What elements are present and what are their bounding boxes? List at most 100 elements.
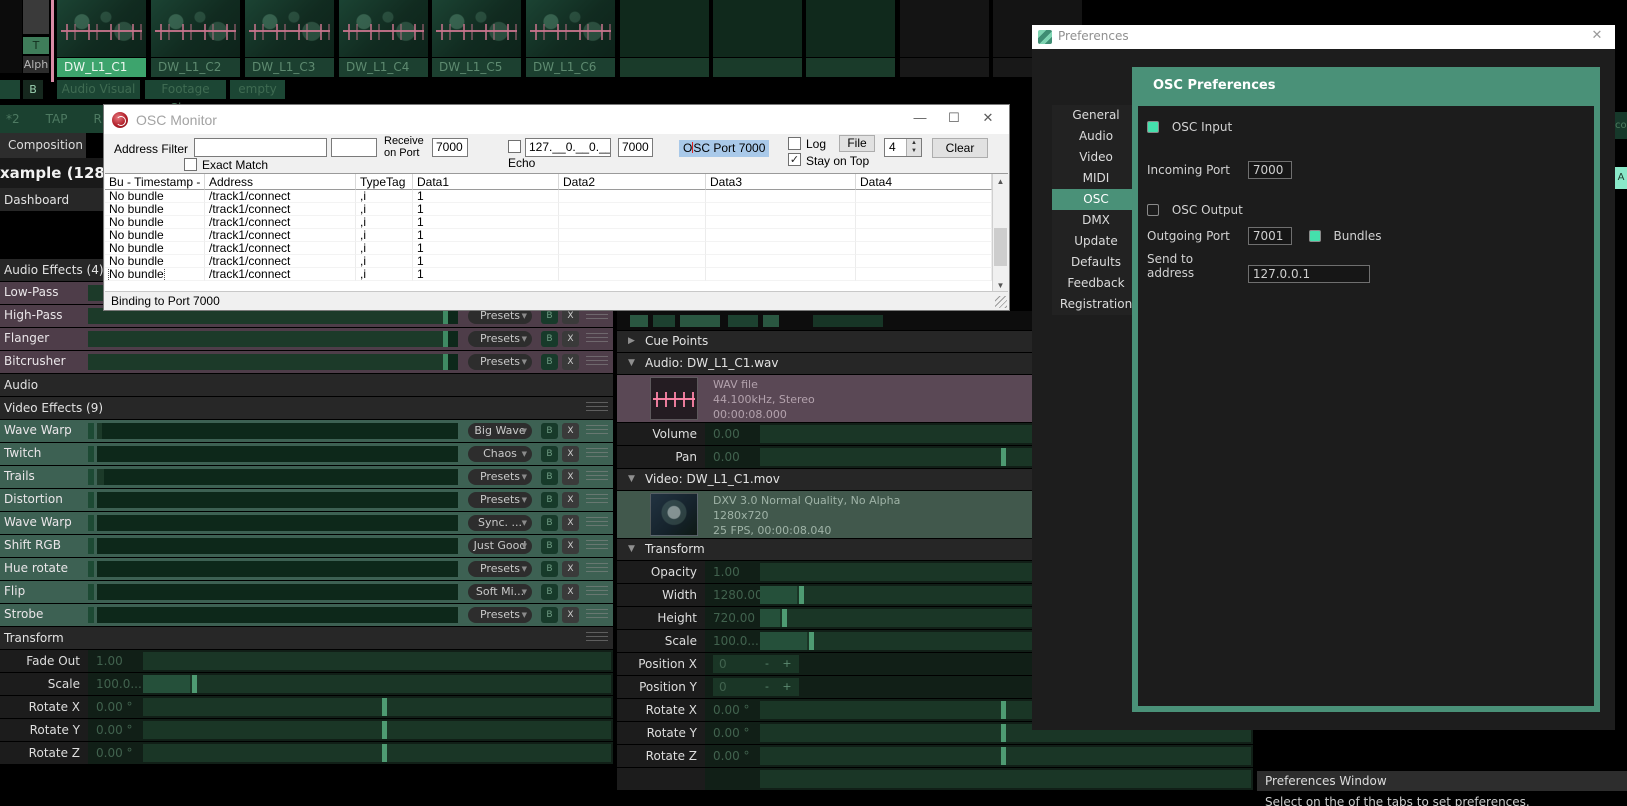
clip-thumbnail[interactable] — [620, 0, 709, 57]
echo-port-input[interactable]: 7000 — [618, 138, 653, 157]
drag-handle-icon[interactable] — [586, 425, 608, 437]
clip-name[interactable]: DW_L1_C4 — [339, 58, 428, 77]
drag-handle-icon[interactable] — [586, 632, 608, 644]
drag-handle-icon[interactable] — [586, 563, 608, 575]
effect-slider-chip[interactable] — [88, 561, 94, 577]
layer-b-button[interactable]: B — [23, 80, 43, 99]
clip-cell-blank[interactable] — [900, 0, 989, 77]
drag-handle-icon[interactable] — [586, 517, 608, 529]
property-stepper[interactable]: 0 - + — [713, 678, 799, 696]
transport-button[interactable]: TAP — [46, 105, 68, 133]
increment-button[interactable]: + — [779, 657, 795, 671]
table-column-header[interactable]: Address — [205, 174, 356, 190]
property-value[interactable]: 0.00 ° — [713, 722, 750, 744]
osc-monitor-titlebar[interactable]: OSC Monitor — ☐ ✕ — [104, 105, 1009, 134]
table-row[interactable]: No bundle/track1/connect,i1 — [105, 190, 992, 203]
preferences-tab-feedback[interactable]: Feedback — [1052, 273, 1140, 294]
preferences-titlebar[interactable]: Preferences ✕ — [1032, 25, 1615, 49]
property-slider[interactable] — [143, 721, 611, 739]
remove-effect-button[interactable]: X — [562, 561, 579, 577]
preset-dropdown[interactable]: Presets▼ — [468, 331, 532, 347]
clip-thumbnail[interactable] — [245, 0, 334, 57]
preset-dropdown[interactable]: Presets▼ — [468, 561, 532, 577]
effect-slider-chip[interactable] — [88, 469, 94, 485]
bypass-button[interactable]: B — [541, 446, 558, 462]
table-row[interactable]: No bundle/track1/connect,i1 — [105, 268, 992, 281]
drag-handle-icon[interactable] — [586, 310, 608, 322]
layer-alpha-button[interactable]: Alph — [23, 56, 49, 73]
clip-cell[interactable]: DW_L1_C2 — [151, 0, 240, 77]
preferences-tab-midi[interactable]: MIDI — [1052, 168, 1140, 189]
preferences-tab-defaults[interactable]: Defaults — [1052, 252, 1140, 273]
effect-row[interactable]: Hue rotate Presets▼ B X — [0, 558, 613, 580]
minimize-button[interactable]: — — [903, 105, 937, 131]
drag-handle-icon[interactable] — [586, 494, 608, 506]
property-slider[interactable] — [143, 744, 611, 762]
buffer-count-spinner[interactable]: 4 ▲▼ — [884, 138, 922, 157]
remove-effect-button[interactable]: X — [562, 538, 579, 554]
bypass-button[interactable]: B — [541, 331, 558, 347]
remove-effect-button[interactable]: X — [562, 492, 579, 508]
clip-name[interactable] — [713, 58, 802, 77]
effect-row[interactable]: Flanger Presets▼ B X — [0, 328, 613, 350]
table-column-header[interactable]: Data2 — [559, 174, 706, 190]
clip-name[interactable]: DW_L1_C2 — [151, 58, 240, 77]
effect-slider[interactable] — [97, 607, 458, 623]
preferences-tab-audio[interactable]: Audio — [1052, 126, 1140, 147]
effect-slider[interactable] — [97, 584, 458, 600]
preferences-tab-general[interactable]: General — [1052, 105, 1140, 126]
clip-cell-empty[interactable] — [713, 0, 802, 77]
remove-effect-button[interactable]: X — [562, 515, 579, 531]
bypass-button[interactable]: B — [541, 538, 558, 554]
property-slider[interactable] — [143, 698, 611, 716]
osc-output-checkbox[interactable] — [1147, 204, 1159, 216]
property-stepper[interactable]: 0 - + — [713, 655, 799, 673]
bypass-button[interactable]: B — [541, 561, 558, 577]
property-value[interactable]: 0.00 ° — [96, 696, 133, 718]
spinner-arrows-icon[interactable]: ▲▼ — [906, 139, 921, 156]
clip-cell[interactable]: DW_L1_C6 — [526, 0, 615, 77]
clip-cell[interactable]: DW_L1_C1 — [57, 0, 146, 77]
preset-dropdown[interactable]: Big Wave▼ — [468, 423, 532, 439]
property-value[interactable]: 100.0... — [96, 673, 142, 695]
effect-slider-chip[interactable] — [88, 515, 94, 531]
effect-slider[interactable] — [97, 446, 458, 462]
scroll-up-icon[interactable]: ▲ — [993, 174, 1008, 189]
effect-slider[interactable] — [97, 515, 458, 531]
chevron-down-icon[interactable]: ▼ — [628, 469, 635, 490]
drag-handle-icon[interactable] — [586, 586, 608, 598]
table-row[interactable]: No bundle/track1/connect,i1 — [105, 229, 992, 242]
bundles-checkbox[interactable] — [1309, 230, 1321, 242]
table-column-header[interactable]: TypeTag — [356, 174, 413, 190]
clip-thumbnail[interactable] — [432, 0, 521, 57]
clip-name[interactable] — [620, 58, 709, 77]
clear-button[interactable]: Clear — [932, 138, 988, 158]
fader-fragment[interactable]: A — [1615, 167, 1627, 189]
table-column-header[interactable]: Data3 — [706, 174, 856, 190]
drag-handle-icon[interactable] — [586, 448, 608, 460]
table-row[interactable]: No bundle/track1/connect,i1 — [105, 242, 992, 255]
record-button-fragment[interactable]: co — [1615, 112, 1627, 139]
clip-name[interactable] — [900, 58, 989, 77]
remove-effect-button[interactable]: X — [562, 423, 579, 439]
group-tab[interactable]: Audio Visual — [57, 80, 140, 99]
effect-slider[interactable] — [97, 538, 458, 554]
bypass-button[interactable]: B — [541, 492, 558, 508]
tab-composition[interactable]: Composition — [0, 133, 86, 158]
close-button[interactable]: ✕ — [971, 105, 1005, 131]
table-header-row[interactable]: Bu - Timestamp - LenAddressTypeTagData1D… — [105, 174, 992, 190]
preferences-tab-update[interactable]: Update — [1052, 231, 1140, 252]
table-column-header[interactable]: Bu - Timestamp - Len — [105, 174, 205, 190]
bypass-button[interactable]: B — [541, 469, 558, 485]
preferences-tab-registration[interactable]: Registration — [1052, 294, 1140, 315]
remove-effect-button[interactable]: X — [562, 584, 579, 600]
property-slider[interactable] — [760, 747, 1251, 765]
exact-match-checkbox[interactable] — [184, 158, 197, 171]
filter-port-input[interactable] — [331, 138, 377, 157]
log-checkbox[interactable] — [788, 137, 801, 150]
effect-slider[interactable] — [97, 423, 458, 439]
scrollbar-thumb[interactable] — [994, 228, 1007, 266]
drag-handle-icon[interactable] — [586, 333, 608, 345]
clip-name[interactable]: DW_L1_C5 — [432, 58, 521, 77]
preset-dropdown[interactable]: Just Good▼ — [468, 538, 532, 554]
